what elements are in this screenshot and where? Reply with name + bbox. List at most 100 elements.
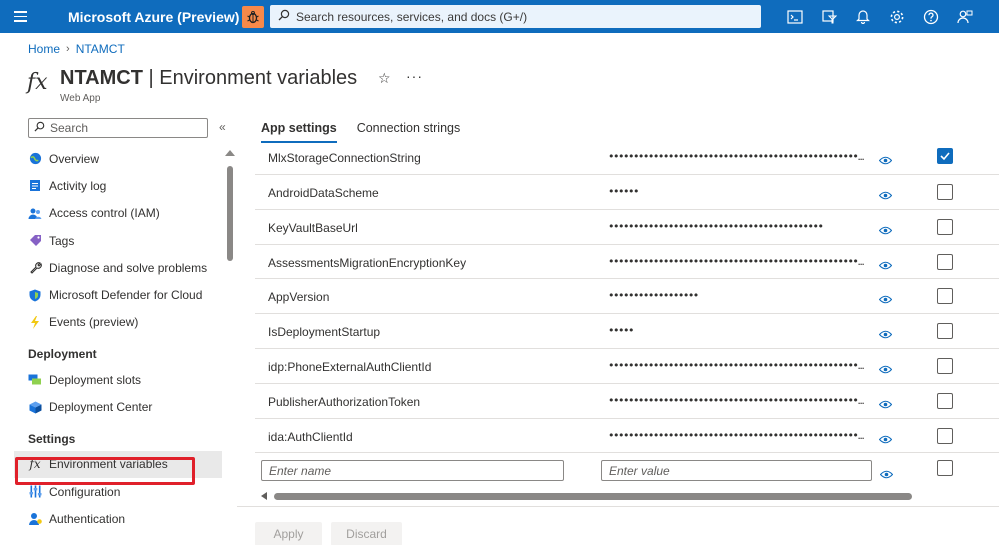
star-icon[interactable]: ☆ (378, 70, 391, 87)
page-title: NTAMCT | Environment variables (60, 67, 357, 90)
setting-value[interactable]: •••••••••••••••••• (608, 289, 866, 302)
nav-search-input[interactable] (50, 121, 200, 135)
setting-name[interactable]: PublisherAuthorizationToken (268, 395, 420, 409)
nav-item-label: Configuration (49, 484, 121, 499)
setting-name[interactable]: KeyVaultBaseUrl (268, 221, 358, 235)
nav-item-defender[interactable]: Microsoft Defender for Cloud (14, 281, 222, 308)
collapse-nav-icon[interactable]: « (219, 120, 226, 134)
annotation-highlight (15, 457, 195, 485)
setting-value[interactable]: ••••••••••••••••••••••••••••••••••••••••… (608, 394, 866, 407)
eye-icon[interactable] (878, 396, 893, 414)
deployment-slot-checkbox[interactable] (937, 184, 953, 200)
nav-search[interactable] (28, 118, 208, 138)
nav-group-deployment: Deployment (28, 347, 97, 362)
nav-item-authentication[interactable]: Authentication (14, 505, 222, 532)
table-row[interactable]: idp:PhoneExternalAuthClientId ••••••••••… (255, 349, 999, 384)
setting-name[interactable]: IsDeploymentStartup (268, 325, 380, 339)
nav-item-overview[interactable]: Overview (14, 145, 222, 172)
feedback-icon[interactable] (948, 0, 982, 33)
eye-icon[interactable] (878, 291, 893, 309)
brand-title[interactable]: Microsoft Azure (Preview) (68, 9, 240, 25)
nav-item-access-control[interactable]: Access control (IAM) (14, 200, 222, 227)
nav-item-diagnose[interactable]: Diagnose and solve problems (14, 254, 222, 281)
menu-icon[interactable] (0, 0, 40, 33)
breadcrumb-resource[interactable]: NTAMCT (76, 42, 125, 56)
deployment-slot-checkbox[interactable] (937, 392, 953, 409)
eye-icon[interactable] (879, 466, 894, 484)
user-icon (28, 512, 42, 526)
nav-item-label: Tags (49, 233, 75, 248)
scroll-left-icon[interactable] (261, 492, 267, 500)
eye-icon[interactable] (878, 257, 893, 275)
setting-value[interactable]: ••••••••••••••••••••••••••••••••••••••••… (608, 220, 866, 233)
setting-name[interactable]: AndroidDataScheme (268, 186, 379, 200)
eye-icon[interactable] (878, 326, 893, 344)
setting-name[interactable]: MlxStorageConnectionString (268, 151, 421, 165)
nav-item-activity-log[interactable]: Activity log (14, 172, 222, 199)
discard-button[interactable]: Discard (331, 522, 402, 545)
deployment-slot-checkbox[interactable] (937, 357, 953, 374)
sliders-icon (28, 485, 42, 499)
wrench-icon (28, 261, 42, 275)
setting-value[interactable]: ••••••••••••••••••••••••••••••••••••••••… (608, 429, 866, 442)
nav-item-tags[interactable]: Tags (14, 227, 222, 254)
nav-group-settings: Settings (28, 431, 76, 446)
new-name-input[interactable] (261, 460, 564, 481)
breadcrumb-home[interactable]: Home (28, 42, 60, 56)
eye-icon[interactable] (878, 361, 893, 379)
nav-item-events[interactable]: Events (preview) (14, 309, 222, 336)
deployment-slot-checkbox[interactable] (937, 253, 953, 270)
scroll-up-icon[interactable] (225, 150, 235, 156)
new-row-checkbox[interactable] (937, 460, 953, 476)
table-row[interactable]: AppVersion •••••••••••••••••• (255, 279, 999, 315)
global-search[interactable] (270, 5, 761, 28)
deployment-slot-checkbox[interactable] (937, 427, 953, 444)
activity-log-icon (28, 179, 42, 193)
setting-value[interactable]: ••••••••••••••••••••••••••••••••••••••••… (608, 255, 866, 268)
nav-scrollbar-thumb[interactable] (227, 166, 233, 261)
gear-icon[interactable] (880, 0, 914, 33)
nav-item-label: Deployment slots (49, 372, 142, 387)
table-row[interactable]: AndroidDataScheme •••••• (255, 175, 999, 210)
setting-name[interactable]: ida:AuthClientId (268, 430, 353, 444)
global-search-input[interactable] (296, 9, 736, 24)
setting-value[interactable]: •••••• (608, 185, 866, 198)
deployment-slot-checkbox[interactable] (937, 218, 953, 235)
tag-icon (28, 234, 42, 248)
bug-icon[interactable] (242, 5, 264, 28)
apply-button[interactable]: Apply (255, 522, 322, 545)
shield-icon (28, 288, 42, 302)
setting-name[interactable]: AssessmentsMigrationEncryptionKey (268, 256, 466, 270)
setting-value[interactable]: ••••••••••••••••••••••••••••••••••••••••… (608, 150, 866, 163)
setting-name[interactable]: idp:PhoneExternalAuthClientId (268, 360, 431, 374)
table-row[interactable]: AssessmentsMigrationEncryptionKey ••••••… (255, 245, 999, 280)
deployment-slot-checkbox[interactable] (937, 148, 953, 164)
setting-value[interactable]: ••••••••••••••••••••••••••••••••••••••••… (608, 359, 866, 372)
setting-value[interactable]: ••••• (608, 324, 866, 337)
nav-item-label: Deployment Center (49, 400, 153, 415)
nav-item-label: Authentication (49, 511, 126, 526)
bell-icon[interactable] (846, 0, 880, 33)
table-horizontal-scrollbar[interactable] (274, 493, 912, 500)
page-title-text: Environment variables (159, 67, 358, 89)
nav-item-deployment-center[interactable]: Deployment Center (14, 393, 222, 420)
table-row[interactable]: ida:AuthClientId •••••••••••••••••••••••… (255, 419, 999, 454)
deployment-slot-checkbox[interactable] (937, 323, 953, 340)
cloud-shell-icon[interactable] (778, 0, 812, 33)
eye-icon[interactable] (878, 222, 893, 240)
table-row[interactable]: IsDeploymentStartup ••••• (255, 314, 999, 349)
more-icon[interactable]: ··· (406, 68, 423, 84)
directory-filter-icon[interactable] (812, 0, 846, 33)
help-icon[interactable] (914, 0, 948, 33)
eye-icon[interactable] (878, 152, 893, 170)
eye-icon[interactable] (878, 187, 893, 205)
setting-name[interactable]: AppVersion (268, 290, 329, 304)
table-row[interactable]: PublisherAuthorizationToken ••••••••••••… (255, 384, 999, 419)
deployment-slot-checkbox[interactable] (937, 288, 953, 305)
nav-item-deployment-slots[interactable]: Deployment slots (14, 366, 222, 393)
table-row[interactable]: MlxStorageConnectionString •••••••••••••… (255, 140, 999, 175)
eye-icon[interactable] (878, 431, 893, 449)
new-value-input[interactable] (601, 460, 872, 481)
new-setting-row (255, 457, 999, 487)
table-row[interactable]: KeyVaultBaseUrl ••••••••••••••••••••••••… (255, 210, 999, 245)
